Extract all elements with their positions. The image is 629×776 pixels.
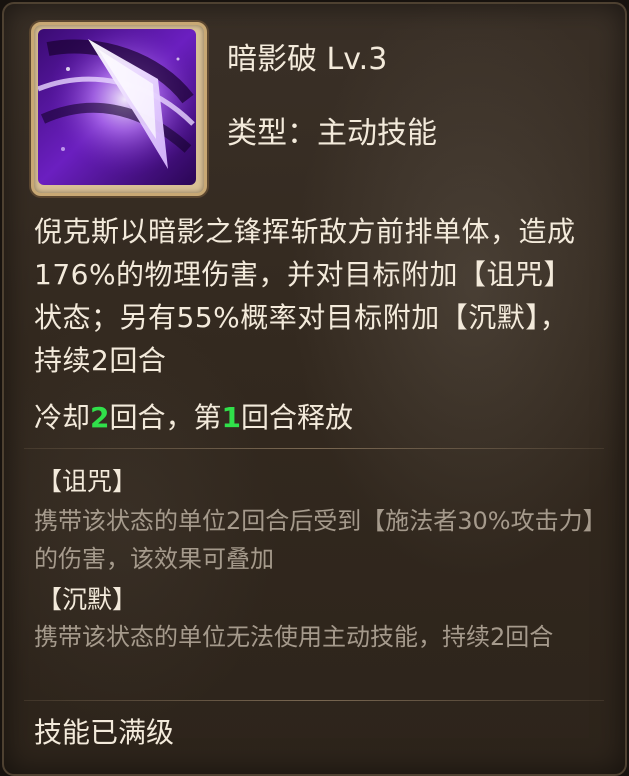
skill-tooltip-panel: 暗影破 Lv.3 类型：主动技能 倪克斯以暗影之锋挥斩敌方前排单体，造成176%… <box>2 2 627 776</box>
cooldown-text: 冷却2回合，第1回合释放 <box>34 396 353 436</box>
cooldown-prefix: 冷却 <box>34 401 91 434</box>
cooldown-value: 2 <box>90 401 110 434</box>
skill-description: 倪克斯以暗影之锋挥斩敌方前排单体，造成176%的物理伤害，并对目标附加【诅咒】状… <box>34 215 576 377</box>
skill-type: 类型：主动技能 <box>227 116 437 151</box>
cooldown-suffix: 回合释放 <box>241 401 354 434</box>
first-cast-round: 1 <box>221 401 241 434</box>
status-title-silence: 【沉默】 <box>37 585 138 614</box>
skill-icon-frame <box>31 22 207 196</box>
shadow-slash-icon <box>38 29 196 185</box>
max-level-text: 技能已满级 <box>34 716 175 749</box>
divider <box>24 448 604 449</box>
skill-name: 暗影破 Lv.3 <box>227 42 388 77</box>
cooldown-middle: 回合，第 <box>109 401 222 434</box>
status-title-curse: 【诅咒】 <box>37 467 138 496</box>
status-desc-silence: 携带该状态的单位无法使用主动技能，持续2回合 <box>34 623 554 651</box>
status-desc-curse: 携带该状态的单位2回合后受到【施法者30%攻击力】的伤害，该效果可叠加 <box>34 507 595 573</box>
divider <box>24 700 604 701</box>
